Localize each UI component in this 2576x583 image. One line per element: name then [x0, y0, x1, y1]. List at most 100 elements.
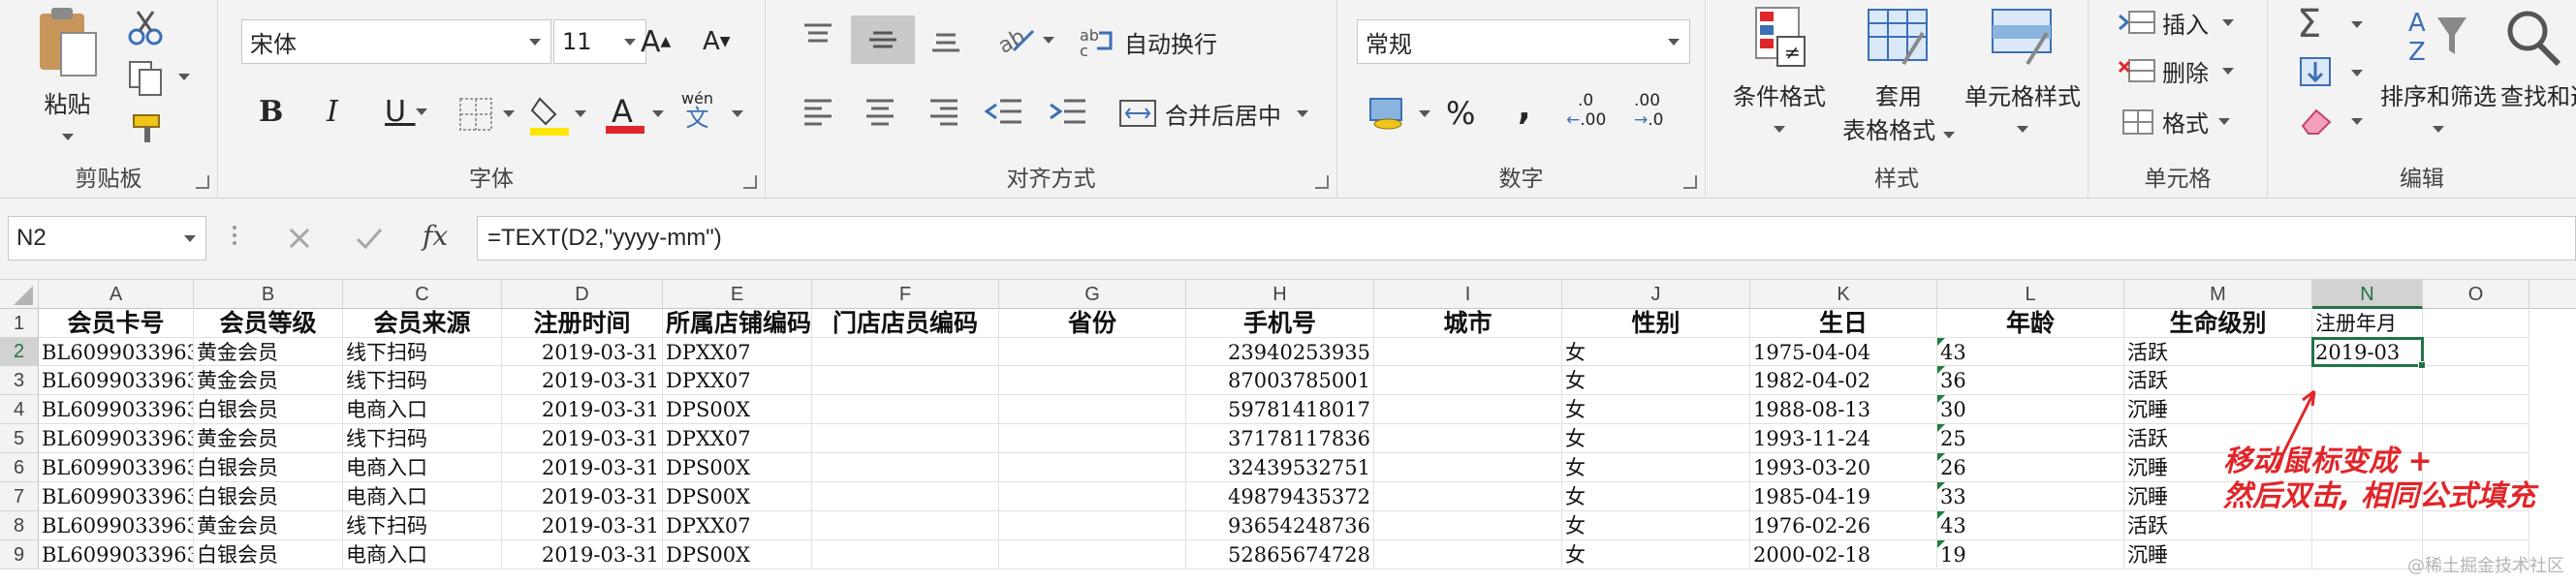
- table-cell[interactable]: [999, 338, 1186, 366]
- clear-dropdown-icon[interactable]: [2351, 118, 2363, 125]
- header-cell[interactable]: 门店店员编码: [812, 309, 999, 338]
- row-header-8[interactable]: 8: [0, 511, 39, 540]
- table-cell[interactable]: 59781418017: [1186, 395, 1374, 424]
- column-header-d[interactable]: D: [502, 280, 663, 309]
- table-cell[interactable]: DPXX07: [663, 338, 812, 366]
- table-cell[interactable]: 线下扫码: [343, 366, 502, 395]
- table-cell[interactable]: BL6099033963460548: [39, 424, 194, 453]
- accounting-dropdown-icon[interactable]: [1419, 110, 1430, 117]
- select-all-corner[interactable]: [0, 280, 39, 309]
- table-cell[interactable]: 黄金会员: [194, 424, 343, 453]
- table-cell[interactable]: [2312, 511, 2423, 540]
- table-cell[interactable]: 2019-03-31: [502, 511, 663, 540]
- table-cell[interactable]: [1374, 366, 1562, 395]
- header-cell[interactable]: 省份: [999, 309, 1186, 338]
- table-cell[interactable]: [999, 395, 1186, 424]
- sort-filter-button[interactable]: AZ 排序和筛选: [2376, 4, 2500, 138]
- table-cell[interactable]: [812, 424, 999, 453]
- align-bottom-icon[interactable]: [928, 25, 963, 54]
- shrink-font-button[interactable]: A ▼: [703, 21, 731, 62]
- column-header-h[interactable]: H: [1186, 280, 1374, 309]
- phonetic-button[interactable]: wén 文: [681, 89, 713, 130]
- table-cell[interactable]: 白银会员: [194, 482, 343, 511]
- name-box[interactable]: N2: [8, 216, 206, 261]
- table-cell[interactable]: 2019-03-31: [502, 424, 663, 453]
- paste-button[interactable]: 粘贴: [21, 4, 113, 146]
- column-header-b[interactable]: B: [194, 280, 343, 309]
- table-cell[interactable]: [812, 511, 999, 540]
- table-cell[interactable]: 线下扫码: [343, 338, 502, 366]
- align-top-icon[interactable]: [801, 21, 835, 50]
- table-cell[interactable]: [2423, 395, 2529, 424]
- table-cell[interactable]: 白银会员: [194, 540, 343, 569]
- fill-dropdown-icon[interactable]: [2351, 70, 2363, 77]
- delete-button[interactable]: 删除: [2118, 50, 2234, 91]
- fill-down-icon[interactable]: [2297, 54, 2336, 89]
- table-cell[interactable]: 线下扫码: [343, 424, 502, 453]
- insert-button[interactable]: 插入: [2118, 2, 2234, 43]
- header-cell[interactable]: 年龄: [1937, 309, 2124, 338]
- align-right-icon[interactable]: [927, 97, 961, 126]
- formula-input[interactable]: =TEXT(D2,"yyyy-mm"): [477, 216, 2576, 261]
- table-cell[interactable]: 女: [1562, 453, 1750, 482]
- format-button[interactable]: 格式: [2118, 101, 2230, 141]
- table-cell[interactable]: 女: [1562, 338, 1750, 366]
- table-cell[interactable]: 女: [1562, 540, 1750, 569]
- percent-button[interactable]: %: [1446, 93, 1475, 134]
- table-cell[interactable]: 25: [1937, 424, 2124, 453]
- table-cell[interactable]: [2312, 540, 2423, 569]
- conditional-format-button[interactable]: ≠ 条件格式: [1725, 4, 1834, 138]
- table-cell[interactable]: 白银会员: [194, 453, 343, 482]
- table-cell[interactable]: 电商入口: [343, 395, 502, 424]
- borders-dropdown-icon[interactable]: [503, 110, 515, 117]
- row-header-3[interactable]: 3: [0, 366, 39, 395]
- font-size-select[interactable]: 11: [553, 19, 646, 64]
- header-cell[interactable]: 会员等级: [194, 309, 343, 338]
- table-cell[interactable]: 黄金会员: [194, 366, 343, 395]
- formula-bar-grip-icon[interactable]: [233, 222, 238, 255]
- table-cell[interactable]: [999, 540, 1186, 569]
- cell-styles-button[interactable]: 单元格样式: [1960, 4, 2086, 138]
- table-cell[interactable]: 1993-11-24: [1750, 424, 1937, 453]
- table-cell[interactable]: [1374, 540, 1562, 569]
- worksheet-grid[interactable]: ABCDEFGHIJKLMNO 123456789 会员卡号 会员等级 会员来源 注册…: [0, 280, 2576, 583]
- table-cell[interactable]: BL6099033963696906: [39, 540, 194, 569]
- table-cell[interactable]: 37178117836: [1186, 424, 1374, 453]
- table-cell[interactable]: [1374, 482, 1562, 511]
- table-cell[interactable]: 2000-02-18: [1750, 540, 1937, 569]
- copy-dropdown-icon[interactable]: [178, 74, 190, 80]
- table-cell[interactable]: 黄金会员: [194, 338, 343, 366]
- column-header-o[interactable]: O: [2423, 280, 2529, 309]
- row-header-9[interactable]: 9: [0, 540, 39, 569]
- comma-button[interactable]: ,: [1518, 87, 1531, 128]
- table-cell[interactable]: 女: [1562, 511, 1750, 540]
- italic-button[interactable]: I: [327, 91, 338, 132]
- column-header-i[interactable]: I: [1374, 280, 1562, 309]
- header-cell[interactable]: 城市: [1374, 309, 1562, 338]
- copy-icon[interactable]: [126, 58, 169, 97]
- wrap-text-button[interactable]: ab c 自动换行: [1078, 21, 1217, 62]
- decrease-decimal-button[interactable]: .00 →.0: [1634, 91, 1663, 130]
- table-cell[interactable]: 2019-03-31: [502, 395, 663, 424]
- table-cell[interactable]: 活跃: [2124, 338, 2312, 366]
- table-cell[interactable]: 1976-02-26: [1750, 511, 1937, 540]
- row-header-5[interactable]: 5: [0, 424, 39, 453]
- table-cell[interactable]: 19: [1937, 540, 2124, 569]
- table-cell[interactable]: [999, 424, 1186, 453]
- table-cell[interactable]: 电商入口: [343, 453, 502, 482]
- merge-center-button[interactable]: 合并后居中: [1118, 93, 1308, 134]
- table-cell[interactable]: 23940253935: [1186, 338, 1374, 366]
- underline-button[interactable]: U: [385, 91, 427, 132]
- table-cell[interactable]: 女: [1562, 424, 1750, 453]
- table-cell[interactable]: 1988-08-13: [1750, 395, 1937, 424]
- cancel-icon[interactable]: [287, 226, 312, 251]
- orientation-dropdown-icon[interactable]: [1043, 37, 1054, 44]
- table-cell[interactable]: BL6099033963659906: [39, 482, 194, 511]
- column-header-f[interactable]: F: [812, 280, 999, 309]
- enter-icon[interactable]: [355, 226, 384, 251]
- table-cell[interactable]: 2019-03-31: [502, 482, 663, 511]
- row-header-6[interactable]: 6: [0, 453, 39, 482]
- table-cell[interactable]: BL6099033963450356: [39, 366, 194, 395]
- table-cell[interactable]: [812, 395, 999, 424]
- clipboard-launcher-icon[interactable]: [196, 175, 209, 189]
